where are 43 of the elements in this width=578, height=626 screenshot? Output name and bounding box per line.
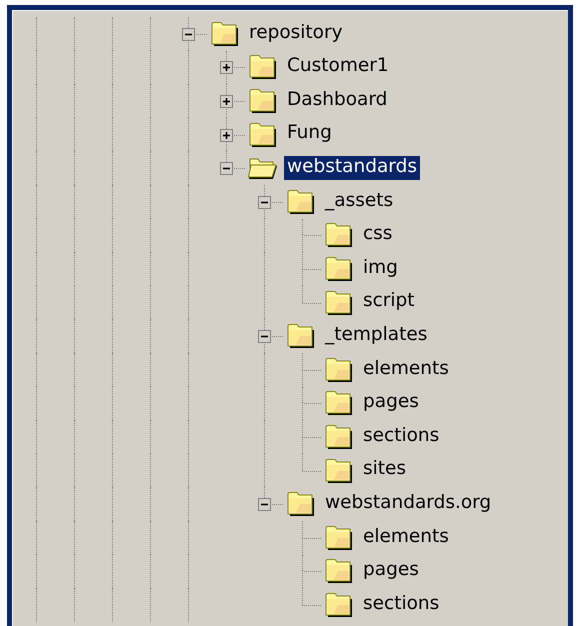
- folder-icon: [210, 20, 240, 47]
- tree-item[interactable]: elements: [360, 526, 452, 550]
- folder-icon: [248, 88, 278, 114]
- folder-icon: [324, 256, 354, 282]
- tree-item[interactable]: repository: [246, 22, 346, 46]
- tree-item[interactable]: sections: [360, 592, 442, 617]
- collapse-button[interactable]: [182, 28, 195, 41]
- collapse-button[interactable]: [258, 498, 271, 512]
- folder-icon: [324, 458, 354, 484]
- tree-item[interactable]: _assets: [322, 190, 396, 214]
- expand-button[interactable]: [220, 128, 233, 142]
- folder-icon: [286, 323, 316, 350]
- tree-item[interactable]: webstandards: [284, 156, 420, 180]
- folder-icon: [324, 524, 354, 551]
- tree-item[interactable]: pages: [360, 559, 422, 584]
- collapse-button[interactable]: [258, 330, 271, 344]
- collapse-button[interactable]: [258, 196, 271, 209]
- tree-item[interactable]: img: [360, 256, 401, 282]
- folder-icon: [324, 592, 354, 618]
- folder-icon: [286, 188, 316, 215]
- tree-item[interactable]: webstandards.org: [322, 492, 494, 516]
- expand-button[interactable]: [220, 94, 233, 108]
- tree-item[interactable]: sites: [360, 458, 410, 483]
- tree-item[interactable]: sections: [360, 424, 442, 450]
- folder-icon: [324, 558, 354, 584]
- folder-icon: [248, 122, 278, 148]
- folder-icon: [324, 424, 354, 450]
- folder-icon: [324, 222, 354, 248]
- tree-item[interactable]: pages: [360, 391, 422, 416]
- tree-item[interactable]: Dashboard: [284, 88, 390, 114]
- tree-item[interactable]: Customer1: [284, 55, 392, 80]
- folder-icon: [286, 491, 316, 518]
- collapse-button[interactable]: [220, 162, 233, 176]
- tree-item[interactable]: css: [360, 223, 396, 248]
- folder-icon: [324, 390, 354, 416]
- tree-item[interactable]: script: [360, 290, 418, 315]
- expand-button[interactable]: [220, 61, 233, 74]
- folder-icon: [324, 290, 354, 316]
- tree-item[interactable]: Fung: [284, 122, 335, 147]
- folder-icon: [248, 54, 278, 80]
- tree-item[interactable]: elements: [360, 358, 452, 382]
- tree-item[interactable]: _templates: [322, 324, 430, 348]
- folder-icon: [324, 356, 354, 383]
